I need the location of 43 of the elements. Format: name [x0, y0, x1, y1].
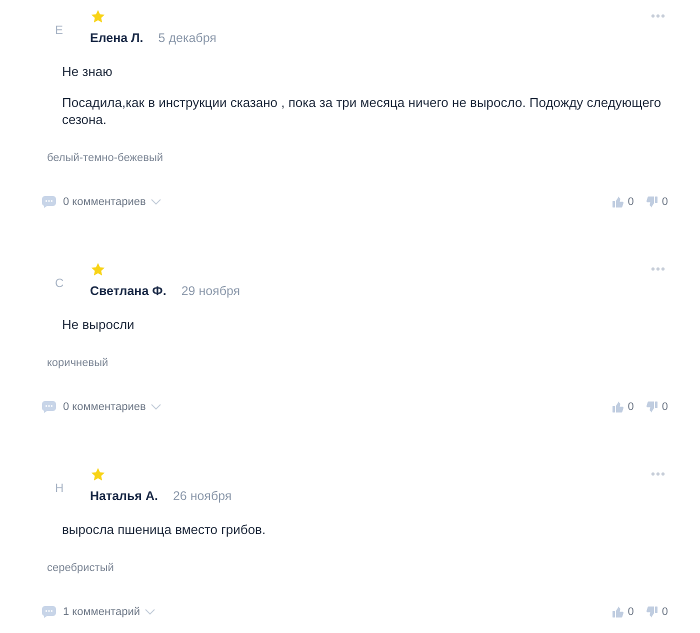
thumbs-up-icon: [612, 401, 624, 413]
author-name: Наталья А.: [90, 488, 158, 505]
thumbs-down-icon: [646, 606, 658, 618]
author-name: Елена Л.: [90, 30, 144, 47]
review-text: выросла пшеница вместо грибов.: [62, 521, 267, 538]
dislike-button[interactable]: 0: [646, 606, 668, 618]
avatar-initial: С: [54, 276, 64, 290]
like-button[interactable]: 0: [612, 606, 634, 618]
star-icon: [91, 10, 105, 22]
avatar-initial: Н: [54, 481, 64, 495]
review-text: Не знаю: [62, 63, 114, 80]
comments-toggle[interactable]: 1 комментарий: [42, 606, 155, 618]
star-icon: [91, 468, 105, 480]
thumbs-down-icon: [646, 401, 658, 413]
author-name: Светлана Ф.: [90, 283, 166, 300]
chevron-down-icon: [150, 404, 161, 410]
review-date: 26 ноября: [172, 488, 232, 505]
review-date: 29 ноября: [181, 283, 240, 300]
comments-toggle[interactable]: 0 комментариев: [42, 401, 161, 413]
chevron-down-icon: [144, 609, 155, 615]
more-icon[interactable]: [651, 472, 665, 476]
thumbs-up-icon: [612, 606, 624, 618]
comment-icon: [42, 606, 56, 618]
review-date: 5 декабря: [158, 30, 216, 47]
review-text: Не выросли: [62, 316, 136, 333]
comments-toggle[interactable]: 0 комментариев: [42, 196, 161, 208]
like-button[interactable]: 0: [612, 401, 634, 413]
dislike-button[interactable]: 0: [646, 196, 668, 208]
review-text: Посадила,как в инструкции сказано , пока за три месяца ничего не выросло. Подожду следующего сезона.: [62, 94, 662, 128]
star-icon: [91, 262, 105, 276]
comment-icon: [42, 196, 56, 208]
thumbs-down-icon: [646, 196, 658, 208]
comment-icon: [42, 401, 56, 413]
avatar-initial: Е: [54, 23, 64, 37]
more-icon[interactable]: [651, 14, 665, 18]
product-variant: белый-темно-бежевый: [47, 151, 164, 166]
product-variant: серебристый: [47, 561, 114, 576]
chevron-down-icon: [150, 199, 161, 205]
product-variant: коричневый: [47, 356, 108, 371]
thumbs-up-icon: [612, 196, 624, 208]
like-button[interactable]: 0: [612, 196, 634, 208]
more-icon[interactable]: [651, 267, 665, 271]
dislike-button[interactable]: 0: [646, 401, 668, 413]
